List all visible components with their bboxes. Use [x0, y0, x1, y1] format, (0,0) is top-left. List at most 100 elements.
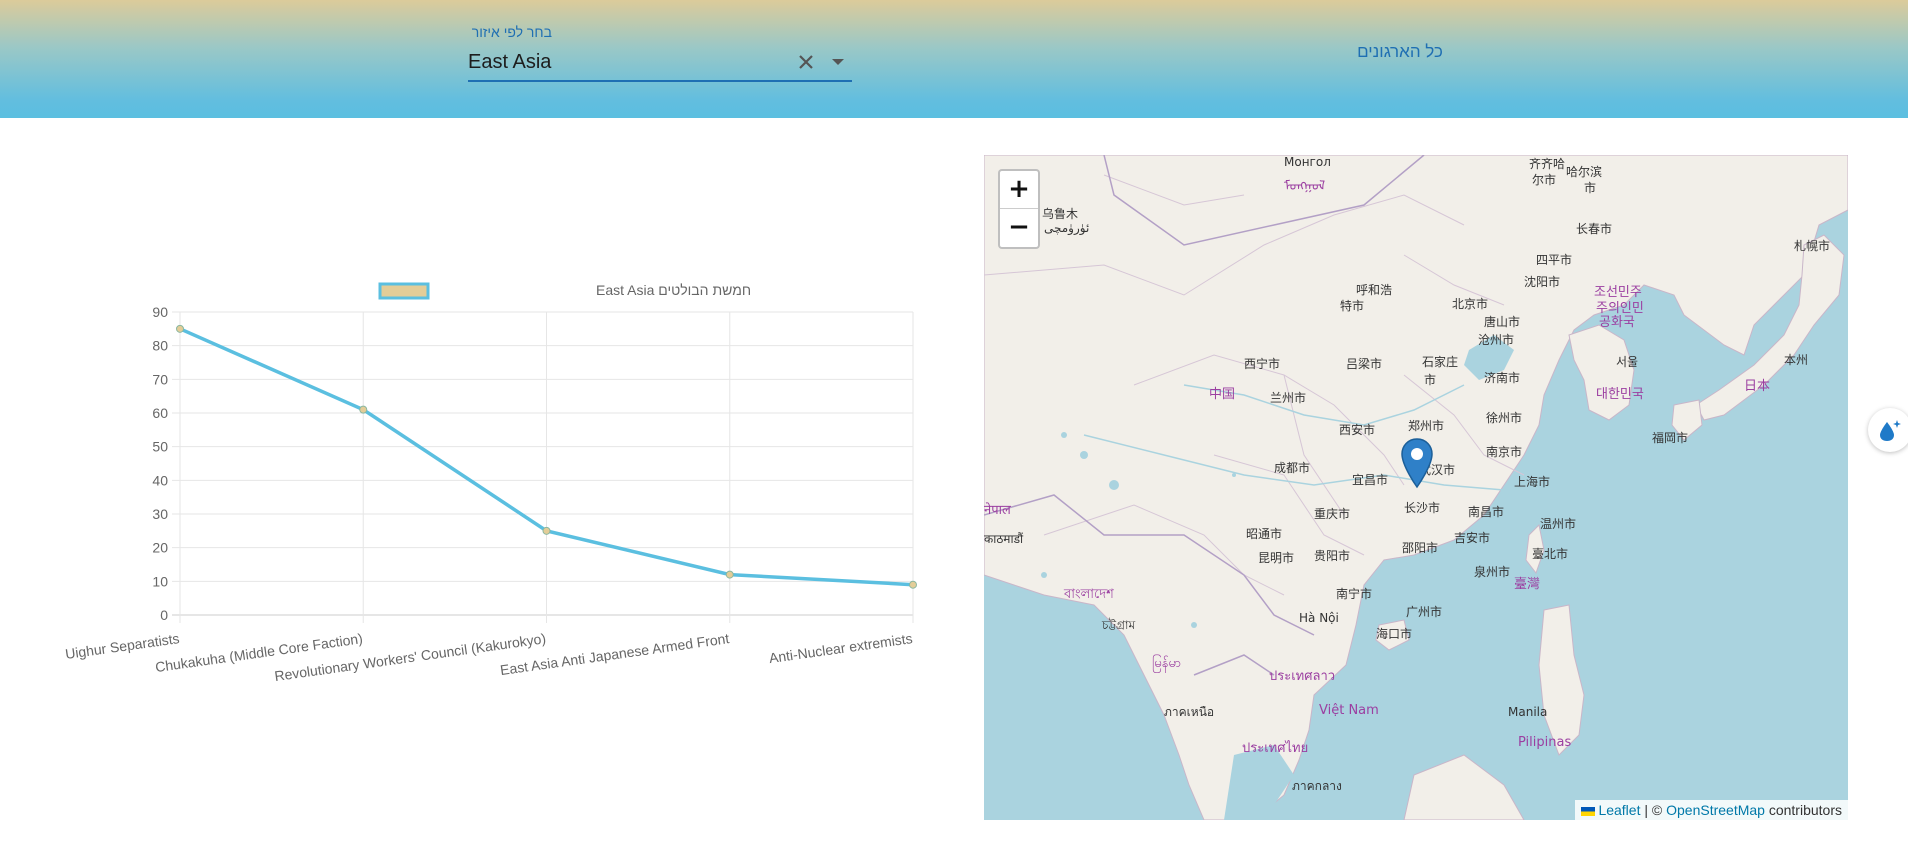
city-label: 兰州市	[1270, 391, 1307, 405]
lake	[1109, 480, 1119, 490]
city-label: 呼和浩	[1356, 283, 1393, 297]
city-label: 南宁市	[1336, 587, 1373, 601]
region-select-label: בחר לפי איזור	[471, 24, 552, 40]
city-label: 温州市	[1540, 517, 1577, 531]
city-label: 乌鲁木	[1042, 207, 1079, 221]
country-label: ประเทศลาว	[1269, 669, 1336, 684]
city-label: 福岡市	[1652, 431, 1689, 445]
city-label: 上海市	[1514, 475, 1551, 489]
city-label: 特市	[1340, 299, 1365, 313]
data-point	[725, 570, 734, 579]
country-label: नेपाल	[984, 503, 1011, 518]
y-tick-label: 30	[152, 506, 168, 522]
city-label: 吉安市	[1454, 531, 1491, 545]
y-tick-label: 0	[160, 607, 168, 623]
city-label: Hà Nội	[1299, 611, 1339, 625]
city-label: 沈阳市	[1524, 275, 1561, 289]
city-label: 西宁市	[1244, 357, 1281, 371]
ukraine-flag-icon	[1581, 806, 1596, 816]
city-label: 唐山市	[1484, 315, 1521, 329]
city-label: 昆明市	[1258, 551, 1295, 565]
lake	[1080, 451, 1088, 459]
lake	[1041, 572, 1047, 578]
city-label: 泉州市	[1474, 565, 1511, 579]
lake	[1061, 432, 1067, 438]
region-input[interactable]	[468, 48, 778, 76]
lake	[1191, 622, 1197, 628]
city-label: 济南市	[1484, 371, 1521, 385]
country-label: 臺灣	[1514, 577, 1541, 592]
map-pin-icon[interactable]	[1400, 437, 1434, 489]
chart-svg: חמשת הבולטים East Asia 0 10 20 30 40 50 60 70 80 9…	[64, 282, 917, 684]
close-icon[interactable]	[794, 50, 818, 74]
all-organizations-link[interactable]: כל הארגונים	[1330, 42, 1470, 62]
zoom-out-button[interactable]: −	[1000, 209, 1038, 246]
legend-label: חמשת הבולטים East Asia	[596, 282, 751, 298]
city-label: চট্টগ্রাম	[1102, 618, 1136, 632]
attribution-contributors: contributors	[1764, 802, 1842, 818]
leaflet-link[interactable]: Leaflet	[1598, 802, 1640, 818]
country-label: 中国	[1209, 387, 1236, 402]
city-label: ภาคกลาง	[1292, 779, 1342, 793]
city-label: 西安市	[1339, 423, 1376, 437]
data-point	[542, 526, 551, 535]
region-select[interactable]: בחר לפי איזור	[468, 18, 852, 82]
city-label: 长春市	[1576, 222, 1613, 236]
attribution-separator: | ©	[1640, 802, 1667, 818]
city-label: 齐齐哈	[1529, 157, 1566, 171]
y-tick-label: 10	[152, 573, 168, 589]
city-label: 海口市	[1376, 627, 1413, 641]
borneo	[1403, 754, 1525, 820]
city-label: 市	[1424, 373, 1437, 387]
city-label: 本州	[1784, 353, 1809, 367]
city-label: 四平市	[1536, 253, 1573, 267]
x-tick-label: Anti-Nuclear extremists	[768, 630, 914, 666]
y-tick-label: 70	[152, 371, 168, 387]
city-label: 서울	[1616, 355, 1639, 369]
legend-swatch	[378, 282, 430, 300]
country-label: ᠮᠣᠩᠭᠣᠯ	[1284, 179, 1326, 194]
top-five-line-chart: חמשת הבולטים East Asia 0 10 20 30 40 50 60 70 80 9…	[40, 270, 940, 710]
data-point	[909, 580, 917, 589]
city-label: ئۈرۈمچى	[1044, 221, 1090, 235]
korea	[1568, 324, 1635, 421]
water-drop-icon[interactable]	[1868, 408, 1908, 452]
y-tick-label: 50	[152, 439, 168, 455]
country-label: မြန်မာ	[1152, 656, 1182, 671]
city-label: 成都市	[1274, 461, 1311, 475]
city-label: 哈尔滨	[1566, 165, 1603, 179]
zoom-control: + −	[998, 169, 1040, 249]
country-label: 공화국	[1599, 315, 1635, 330]
openstreetmap-link[interactable]: OpenStreetMap	[1666, 802, 1765, 818]
city-label: 徐州市	[1486, 411, 1523, 425]
lake	[1118, 669, 1130, 681]
city-label: Монгол	[1284, 155, 1331, 169]
map[interactable]: Монгол 乌鲁木 ئۈرۈمچى 齐齐哈 尔市 哈尔滨市长春市 四平市 札幌市 沈阳市 呼和浩…	[984, 155, 1848, 820]
city-label: 尔市	[1532, 173, 1557, 187]
city-label: Manila	[1508, 705, 1548, 719]
y-tick-label: 40	[152, 472, 168, 488]
country-label: 日本	[1744, 379, 1771, 394]
philippines	[1538, 604, 1585, 756]
city-label: 沧州市	[1478, 333, 1515, 347]
caret-down-icon[interactable]	[826, 50, 850, 74]
zoom-in-button[interactable]: +	[1000, 171, 1038, 208]
city-label: 广州市	[1406, 605, 1443, 619]
city-label: 昭通市	[1246, 527, 1283, 541]
city-label: 南京市	[1486, 445, 1523, 459]
city-label: 石家庄	[1422, 355, 1459, 369]
y-tick-label: 20	[152, 540, 168, 556]
city-label: 市	[1584, 181, 1597, 195]
city-label: 郑州市	[1408, 419, 1445, 433]
city-label: 臺北市	[1532, 547, 1569, 561]
city-label: 邵阳市	[1402, 541, 1439, 555]
y-tick-label: 80	[152, 338, 168, 354]
country-label: ประเทศไทย	[1242, 741, 1309, 756]
city-label: 宜昌市	[1352, 473, 1389, 487]
city-label: 长沙市	[1404, 501, 1441, 515]
country-label: বাংলাদেশ	[1064, 587, 1114, 602]
y-tick-label: 60	[152, 405, 168, 421]
map-attribution: Leaflet | © OpenStreetMap contributors	[1575, 800, 1848, 820]
city-label: 札幌市	[1794, 239, 1831, 253]
region-input-underline	[468, 80, 852, 82]
